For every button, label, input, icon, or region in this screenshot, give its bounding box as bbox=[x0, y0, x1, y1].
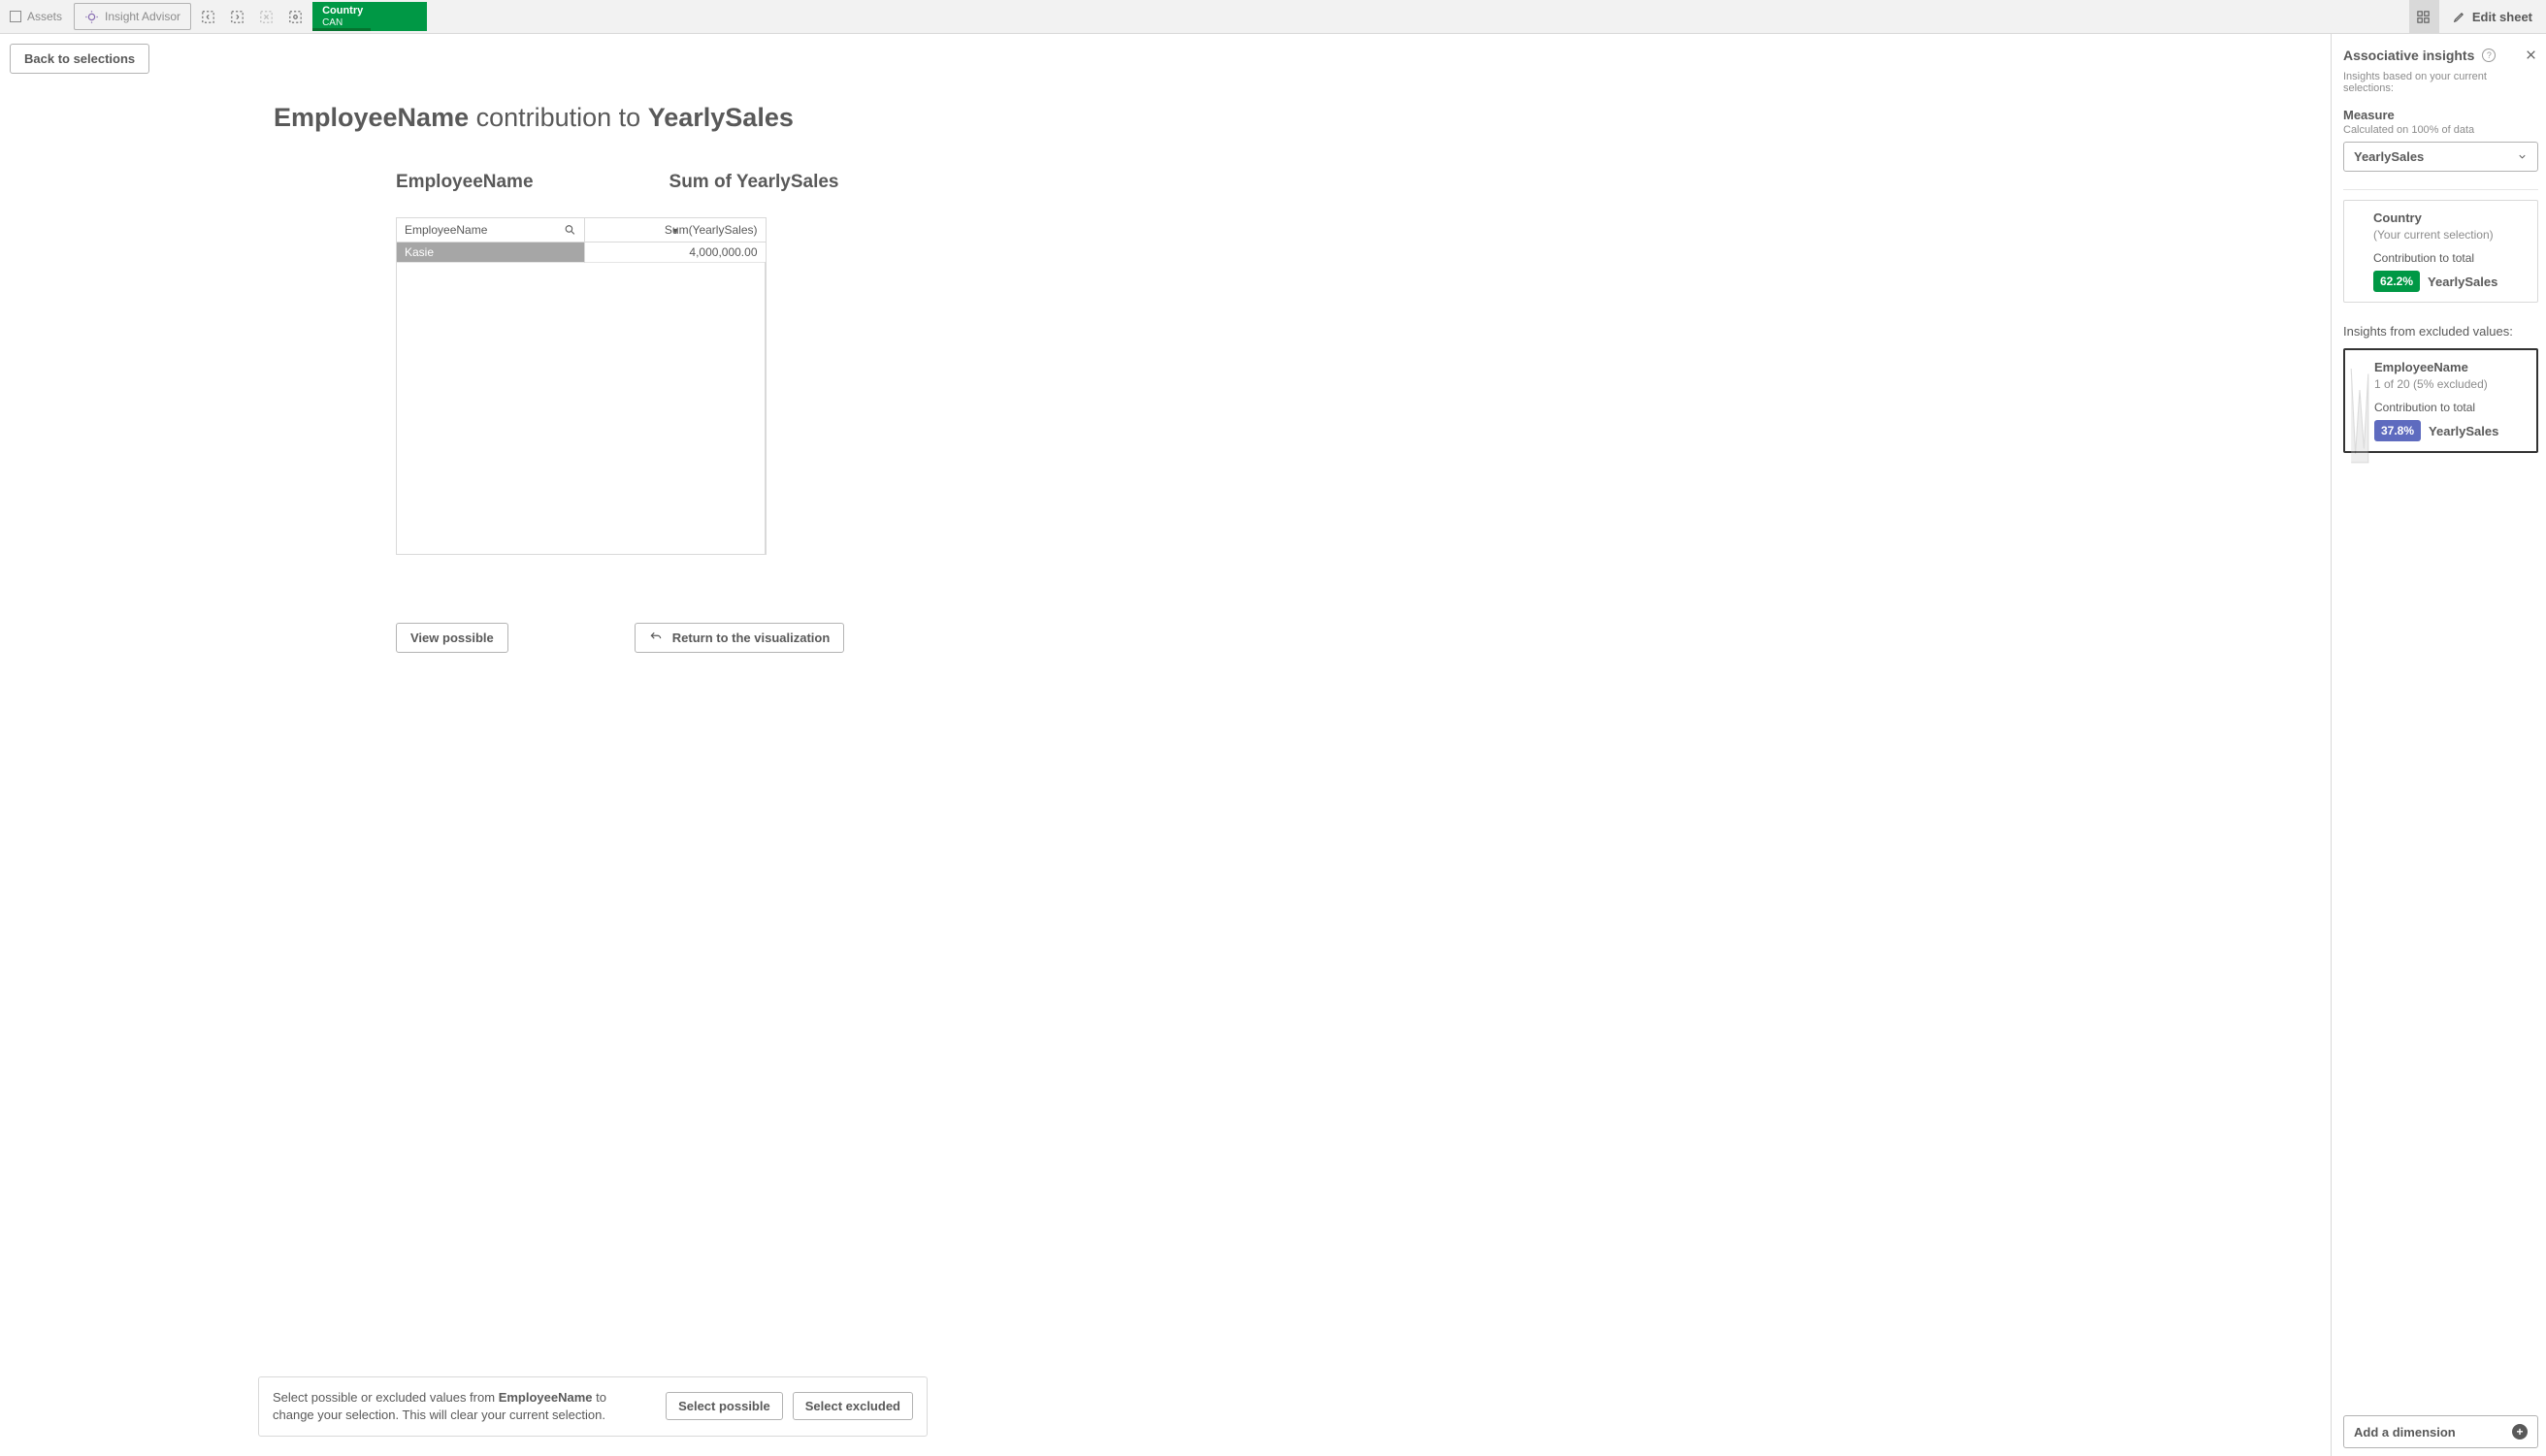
table-row[interactable]: Kasie 4,000,000.00 bbox=[397, 243, 766, 263]
select-excluded-button[interactable]: Select excluded bbox=[793, 1392, 913, 1420]
content-area: Back to selections EmployeeName contribu… bbox=[0, 34, 2331, 1456]
measure-section-hint: Calculated on 100% of data bbox=[2343, 124, 2538, 136]
measure-dropdown-value: YearlySales bbox=[2354, 149, 2424, 164]
measure-section-label: Measure bbox=[2343, 108, 2538, 122]
insight-icon bbox=[84, 10, 99, 24]
assets-label: Assets bbox=[27, 10, 62, 23]
current-card-contrib-label: Contribution to total bbox=[2373, 251, 2526, 265]
selection-tag-country[interactable]: Country CAN bbox=[312, 2, 427, 31]
info-bar: Select possible or excluded values from … bbox=[258, 1376, 928, 1437]
table-empty-area bbox=[397, 263, 766, 554]
selections-tool-button[interactable] bbox=[280, 2, 310, 31]
assets-icon bbox=[10, 11, 21, 22]
close-icon[interactable] bbox=[2525, 49, 2538, 62]
current-selection-card[interactable]: Country (Your current selection) Contrib… bbox=[2343, 200, 2538, 303]
column-header-measure: Sum of YearlySales bbox=[669, 172, 839, 193]
current-card-pct-badge: 62.2% bbox=[2373, 271, 2420, 292]
step-forward-button[interactable] bbox=[222, 2, 251, 31]
return-label: Return to the visualization bbox=[672, 631, 831, 645]
page-title: EmployeeName contribution to YearlySales bbox=[274, 103, 2331, 133]
return-arrow-icon bbox=[649, 631, 663, 644]
sparkline-icon bbox=[2349, 358, 2370, 465]
panel-title: Associative insights bbox=[2343, 48, 2474, 63]
excluded-values-header: Insights from excluded values: bbox=[2343, 324, 2538, 339]
excluded-card-pct-badge: 37.8% bbox=[2374, 420, 2421, 441]
title-middle: contribution to bbox=[469, 103, 648, 132]
panel-subtitle: Insights based on your current selection… bbox=[2343, 71, 2538, 94]
title-dimension: EmployeeName bbox=[274, 103, 469, 132]
row-name: Kasie bbox=[397, 243, 585, 263]
add-dimension-label: Add a dimension bbox=[2354, 1425, 2456, 1440]
associative-insights-panel: Associative insights ? Insights based on… bbox=[2331, 34, 2546, 1456]
table-header-measure[interactable]: ▼ Sum(YearlySales) bbox=[585, 218, 766, 243]
select-possible-button[interactable]: Select possible bbox=[666, 1392, 783, 1420]
excluded-card-contrib-label: Contribution to total bbox=[2374, 401, 2525, 414]
excluded-card-measure: YearlySales bbox=[2429, 424, 2498, 438]
associative-insights-toggle[interactable] bbox=[2409, 0, 2438, 33]
sort-desc-icon: ▼ bbox=[671, 226, 680, 236]
excluded-insight-card[interactable]: EmployeeName 1 of 20 (5% excluded) Contr… bbox=[2343, 348, 2538, 453]
column-header-dimension: EmployeeName bbox=[396, 172, 534, 193]
info-text: Select possible or excluded values from … bbox=[273, 1389, 646, 1424]
add-dimension-button[interactable]: Add a dimension + bbox=[2343, 1415, 2538, 1448]
plus-circle-icon: + bbox=[2512, 1424, 2528, 1440]
excluded-card-subtitle: 1 of 20 (5% excluded) bbox=[2374, 377, 2525, 391]
selection-field-label: Country bbox=[322, 6, 417, 16]
selection-value-label: CAN bbox=[322, 18, 417, 28]
step-back-button[interactable] bbox=[193, 2, 222, 31]
row-value: 4,000,000.00 bbox=[585, 243, 766, 263]
table-header-dimension[interactable]: EmployeeName bbox=[397, 218, 585, 243]
title-measure: YearlySales bbox=[648, 103, 794, 132]
current-card-subtitle: (Your current selection) bbox=[2373, 228, 2526, 242]
clear-selections-button[interactable] bbox=[251, 2, 280, 31]
edit-sheet-label: Edit sheet bbox=[2472, 10, 2532, 24]
pencil-icon bbox=[2453, 10, 2466, 23]
insight-advisor-button[interactable]: Insight Advisor bbox=[74, 3, 191, 30]
edit-sheet-button[interactable]: Edit sheet bbox=[2438, 0, 2546, 33]
help-icon[interactable]: ? bbox=[2482, 49, 2496, 62]
view-possible-button[interactable]: View possible bbox=[396, 623, 508, 653]
assets-button[interactable]: Assets bbox=[0, 0, 72, 33]
back-to-selections-button[interactable]: Back to selections bbox=[10, 44, 149, 74]
current-card-title: Country bbox=[2373, 210, 2526, 225]
insight-advisor-label: Insight Advisor bbox=[105, 10, 180, 23]
excluded-card-title: EmployeeName bbox=[2374, 360, 2525, 374]
search-icon[interactable] bbox=[564, 224, 576, 237]
current-card-measure: YearlySales bbox=[2428, 275, 2497, 289]
measure-dropdown[interactable]: YearlySales bbox=[2343, 142, 2538, 172]
chevron-down-icon bbox=[2517, 151, 2528, 162]
data-table: EmployeeName ▼ Sum(YearlySales) bbox=[396, 217, 767, 555]
top-toolbar: Assets Insight Advisor Country bbox=[0, 0, 2546, 34]
return-to-visualization-button[interactable]: Return to the visualization bbox=[635, 623, 845, 653]
